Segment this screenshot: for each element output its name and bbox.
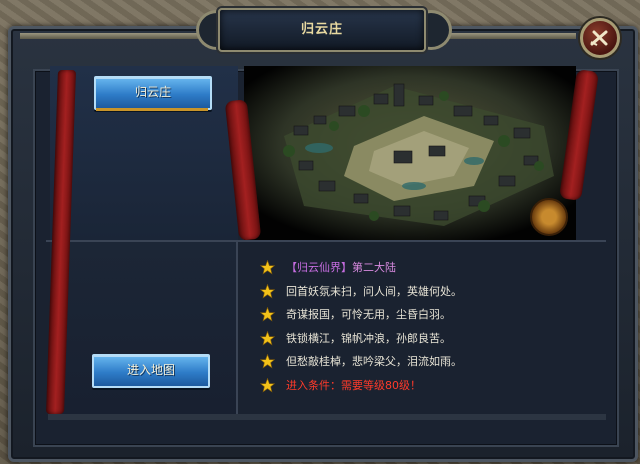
poem-line-1: 回首妖氛未扫，问人间，英雄何处。 <box>256 280 596 304</box>
entry-condition-row: 进入条件：需要等级80级！ <box>256 374 596 398</box>
star-icon <box>260 354 275 369</box>
map-realm-name: 【归云仙界】 <box>286 261 352 274</box>
star-icon <box>260 283 275 298</box>
poem-line-3: 铁锁横江，锦帆冲浪，孙郎良苦。 <box>256 327 596 351</box>
star-icon <box>260 330 275 345</box>
map-continent: 第二大陆 <box>352 261 396 274</box>
poem-line-text: 回首妖氛未扫，问人间，英雄何处。 <box>286 284 462 298</box>
vertical-divider <box>236 242 238 414</box>
poem-line-text: 铁锁横江，锦帆冲浪，孙郎良苦。 <box>286 331 451 345</box>
star-icon <box>260 307 275 322</box>
location-button[interactable]: 归云庄 <box>94 76 212 110</box>
poem-line-text: 奇谋报国，可怜无用，尘昏白羽。 <box>286 308 451 321</box>
window-title: 归云庄 <box>300 22 343 37</box>
bottom-trim <box>48 414 606 420</box>
poem-line-2: 奇谋报国，可怜无用，尘昏白羽。 <box>256 303 596 327</box>
poem-line-text: 但愁敲桂棹，悲吟梁父，泪流如雨。 <box>286 355 462 368</box>
left-panel-bottom <box>50 242 238 414</box>
top-trim-right <box>446 33 576 39</box>
horizontal-divider <box>46 240 606 242</box>
star-icon <box>260 377 275 392</box>
gear-badge-icon <box>530 198 568 236</box>
map-info-list: 【归云仙界】第二大陆 回首妖氛未扫，问人间，英雄何处。 奇谋报国，可怜无用，尘昏… <box>256 256 596 397</box>
map-preview-image <box>244 66 576 240</box>
enter-map-button[interactable]: 进入地图 <box>92 354 210 388</box>
map-name-row: 【归云仙界】第二大陆 <box>256 256 596 280</box>
entry-condition-text: 进入条件：需要等级80级！ <box>286 378 421 392</box>
top-trim-left <box>20 33 198 39</box>
star-icon <box>260 260 275 275</box>
close-button[interactable] <box>580 18 620 58</box>
location-button-underline <box>96 108 208 111</box>
title-plaque: 归云庄 <box>218 8 426 52</box>
poem-line-4: 但愁敲桂棹，悲吟梁父，泪流如雨。 <box>256 350 596 374</box>
close-icon <box>590 30 608 46</box>
